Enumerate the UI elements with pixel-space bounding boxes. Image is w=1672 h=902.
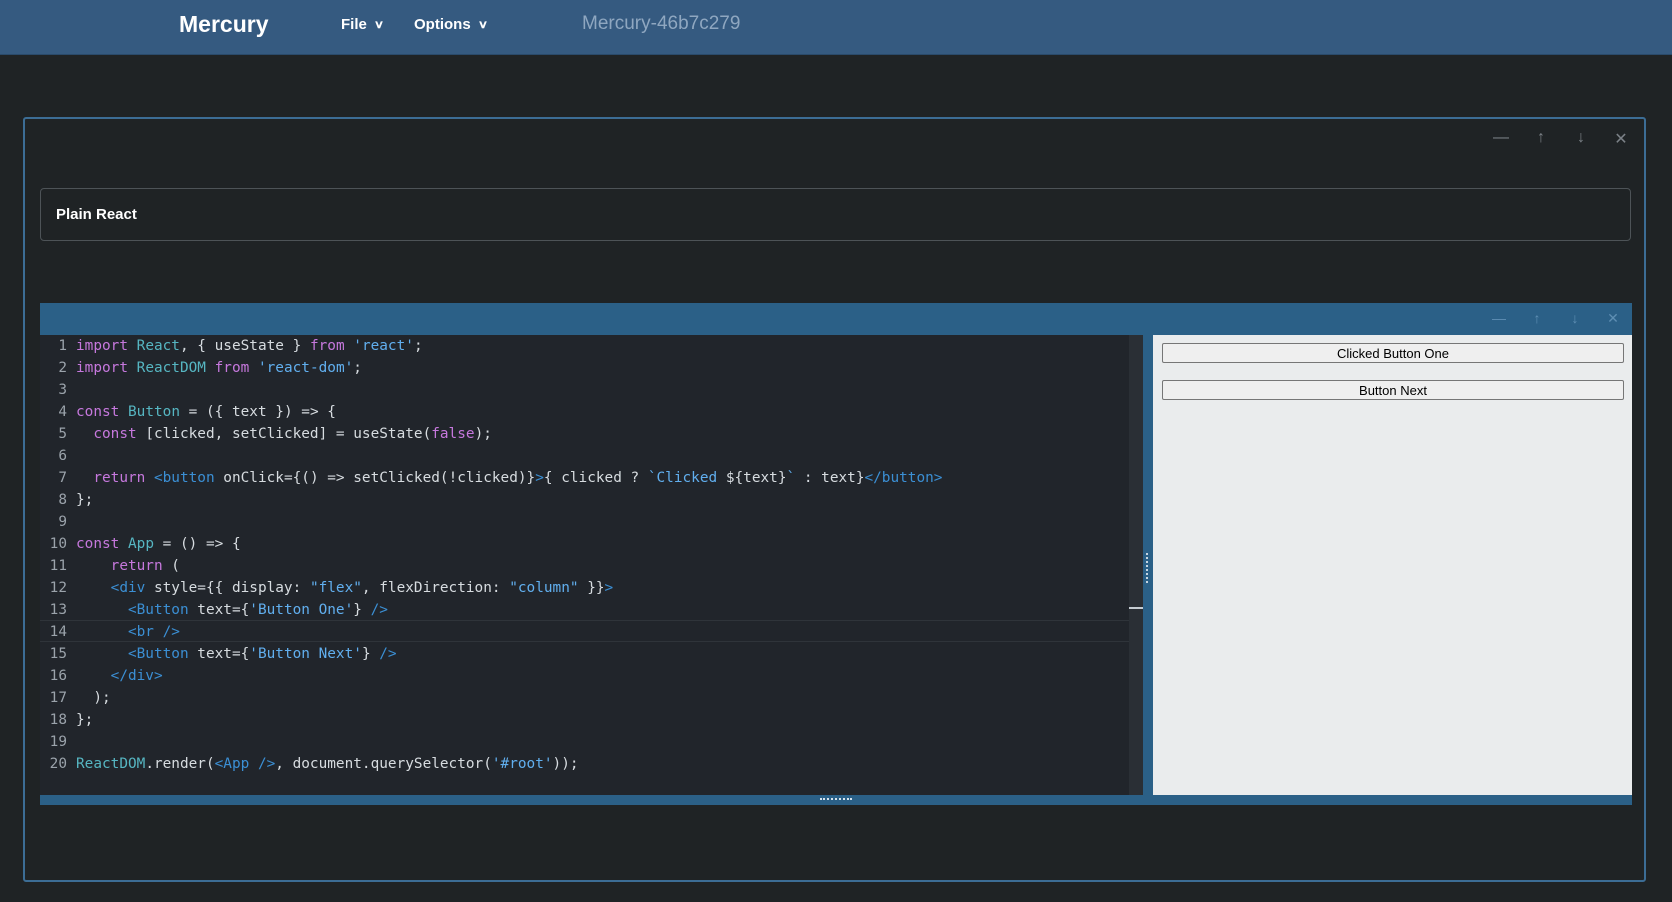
code-text: import ReactDOM from 'react-dom'; [76,360,362,376]
code-text: const App = () => { [76,536,241,552]
code-cell: — ↑ ↓ ✕ 1 import React, { useState } from… [40,303,1632,805]
preview-button-next[interactable]: Button Next [1162,380,1624,400]
line-number: 3 [58,382,67,398]
minimize-icon[interactable]: — [1492,129,1510,149]
preview-pane: Clicked Button One Button Next [1153,335,1632,795]
code-text: <div style={{ display: "flex", flexDirec… [110,580,614,596]
move-up-icon[interactable]: ↑ [1528,310,1546,327]
drag-handle-icon[interactable] [820,798,852,804]
active-line-highlight [40,620,1170,642]
preview-button-one[interactable]: Clicked Button One [1162,343,1624,363]
close-icon[interactable]: ✕ [1604,310,1622,327]
markdown-cell[interactable]: Plain React [40,188,1631,241]
line-number: 8 [58,492,67,508]
line-number: 15 [49,646,67,662]
chevron-down-icon: ∨ [477,19,488,31]
code-editor[interactable]: 1 import React, { useState } from 'react'… [40,335,1170,795]
editor-scrollbar[interactable] [1129,335,1143,795]
file-menu[interactable]: File ∨ [341,16,385,33]
line-number: 20 [49,756,67,772]
close-icon[interactable]: ✕ [1612,129,1630,149]
markdown-cell-text: Plain React [56,206,137,223]
notebook-title[interactable]: Mercury-46b7c279 [582,13,740,35]
app-brand[interactable]: Mercury [179,11,268,38]
code-text: <br /> [127,624,180,640]
chevron-down-icon: ∨ [373,19,385,31]
file-menu-label: File [341,16,367,33]
options-menu-label: Options [414,16,471,33]
minimize-icon[interactable]: — [1490,310,1508,327]
move-down-icon[interactable]: ↓ [1566,310,1584,327]
top-navbar: Mercury File ∨ Options ∨ Mercury-46b7c27… [0,0,1672,55]
line-number: 1 [58,338,67,354]
drag-handle-icon[interactable] [1146,553,1152,583]
line-number: 14 [49,624,67,640]
code-text: ReactDOM.render(<App />, document.queryS… [76,756,579,772]
code-text: ); [76,690,111,706]
code-text: const Button = ({ text }) => { [76,404,336,420]
line-number: 9 [58,514,67,530]
pane-splitter[interactable] [1143,335,1153,795]
code-text: }; [76,712,94,728]
line-number: 5 [58,426,67,442]
code-cell-header: — ↑ ↓ ✕ [40,303,1632,335]
options-menu[interactable]: Options ∨ [414,16,488,33]
line-number: 6 [58,448,67,464]
code-cell-controls: — ↑ ↓ ✕ [1490,310,1622,327]
line-number: 13 [49,602,67,618]
outer-cell-controls: — ↑ ↓ ✕ [1492,129,1630,149]
line-number: 7 [58,470,67,486]
scrollbar-cursor-marker [1129,607,1143,609]
code-text: return <button onClick={() => setClicked… [93,470,943,486]
code-text: <Button text={'Button Next'} /> [127,646,397,662]
code-text: import React, { useState } from 'react'; [76,338,423,354]
code-text: const [clicked, setClicked] = useState(f… [93,426,492,442]
move-down-icon[interactable]: ↓ [1572,129,1590,149]
line-number: 18 [49,712,67,728]
code-text: }; [76,492,94,508]
line-number: 12 [49,580,67,596]
move-up-icon[interactable]: ↑ [1532,129,1550,149]
code-text: <Button text={'Button One'} /> [127,602,388,618]
code-cell-resize-bar[interactable] [40,795,1632,805]
code-text: </div> [110,668,163,684]
line-number: 11 [49,558,67,574]
notebook-cell-group: — ↑ ↓ ✕ Plain React — ↑ ↓ ✕ 1 import Reac… [23,117,1646,882]
line-number: 19 [49,734,67,750]
line-number: 10 [49,536,67,552]
line-number: 17 [49,690,67,706]
code-text: return ( [110,558,180,574]
line-number: 16 [49,668,67,684]
line-number: 2 [58,360,67,376]
line-number: 4 [58,404,67,420]
